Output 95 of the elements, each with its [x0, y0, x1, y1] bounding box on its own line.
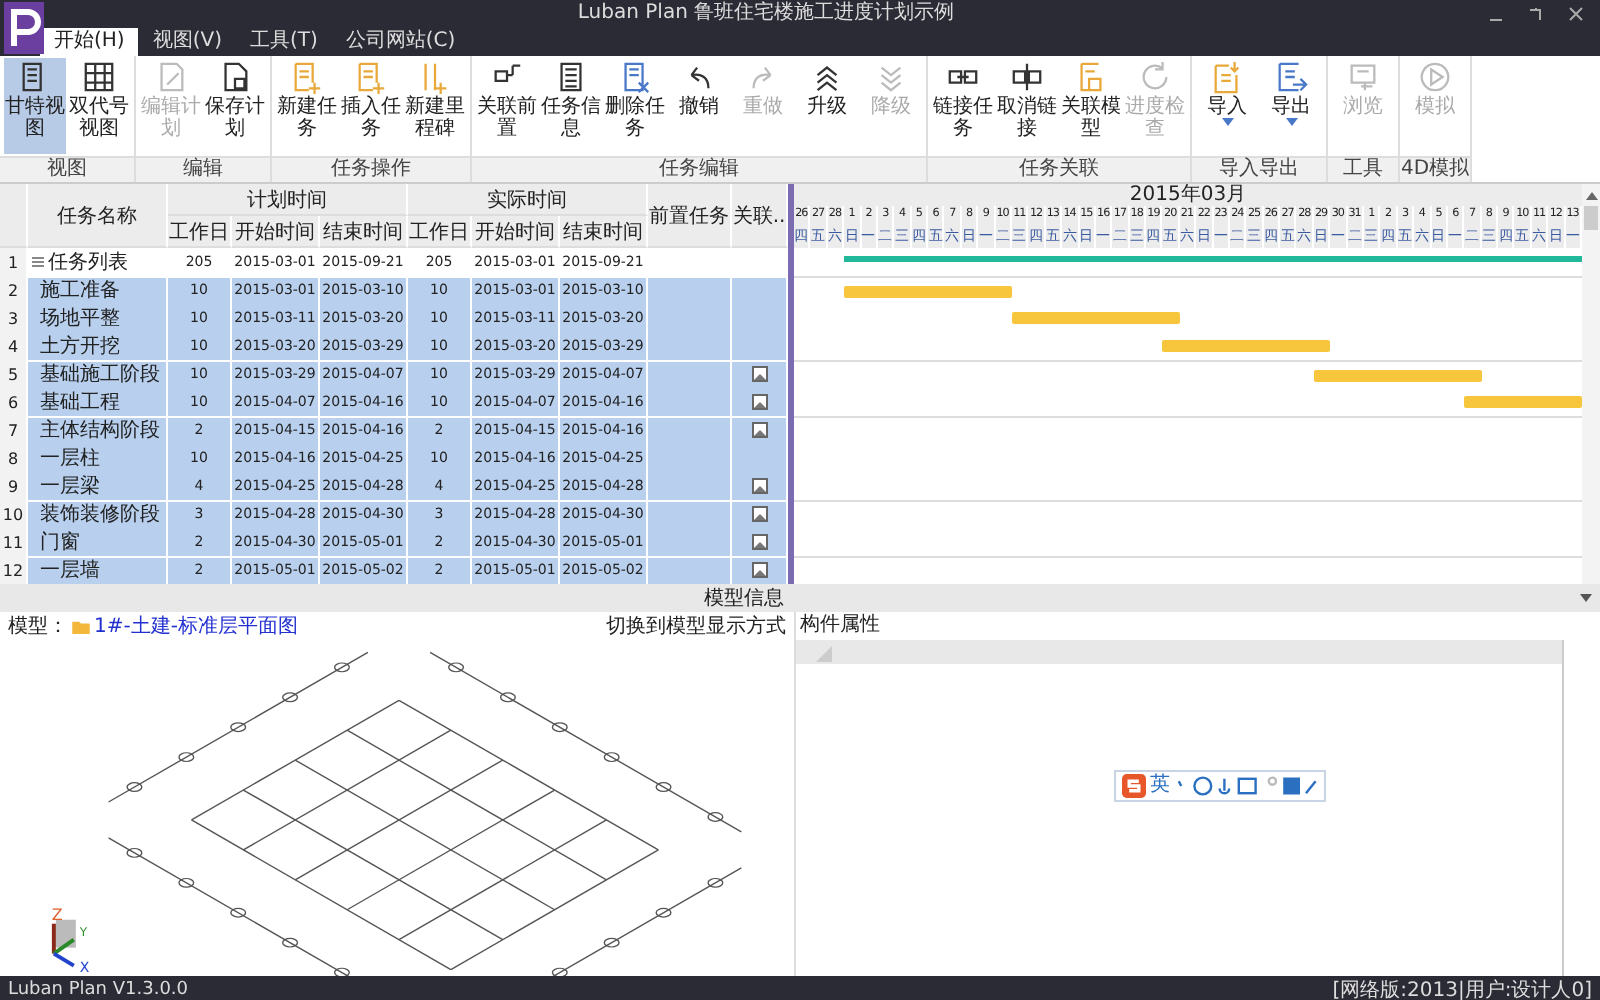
row-number: 10	[0, 500, 28, 528]
toolbar-button[interactable]: 升级	[796, 58, 858, 154]
toolbar-button[interactable]: 关联前置	[476, 58, 538, 154]
toolbar-button[interactable]: 新建任务	[276, 58, 338, 154]
column-header: 计划时间	[168, 184, 408, 216]
model-link-icon[interactable]	[751, 478, 767, 494]
task-name: 一层梁	[40, 473, 100, 500]
folder-icon	[72, 619, 90, 633]
scrollbar-thumb[interactable]	[1584, 206, 1598, 230]
row-number: 4	[0, 332, 28, 360]
menu-tab[interactable]: 公司网站(C)	[331, 28, 470, 56]
row-number: 2	[0, 276, 28, 304]
row-number: 6	[0, 388, 28, 416]
model-link[interactable]: 1#-土建-标准层平面图	[94, 612, 298, 640]
delete-document-icon	[618, 60, 652, 94]
grid-icon	[82, 60, 116, 94]
refresh-icon	[1138, 60, 1172, 94]
task-name: 基础工程	[40, 389, 120, 416]
group-label: 工具	[1328, 156, 1398, 182]
group-label: 任务操作	[272, 156, 470, 182]
model-link-icon[interactable]	[751, 366, 767, 382]
toolbar-button[interactable]: 甘特视图	[4, 58, 66, 154]
task-name: 一层墙	[40, 557, 100, 584]
caret-icon[interactable]	[1580, 594, 1592, 602]
caret-icon	[1221, 118, 1233, 126]
window-title: Luban Plan 鲁班住宅楼施工进度计划示例	[575, 2, 957, 26]
group-label: 导入导出	[1192, 156, 1326, 182]
task-name: 施工准备	[40, 277, 120, 304]
group-label: 视图	[0, 156, 134, 182]
group-label: 任务编辑	[472, 156, 926, 182]
switch-view-link[interactable]: 切换到模型显示方式	[606, 612, 786, 640]
task-name: 主体结构阶段	[40, 417, 160, 444]
caret-icon	[1285, 118, 1297, 126]
row-number: 11	[0, 528, 28, 556]
ime-mode[interactable]: 英	[1150, 774, 1170, 798]
unlink-icon	[1010, 60, 1044, 94]
row-number: 12	[0, 556, 28, 584]
task-name: 任务列表	[48, 249, 128, 276]
ime-logo-icon	[1122, 774, 1146, 798]
model-label: 模型：	[8, 613, 68, 640]
user-info: [网络版:2013|用户:设计人0]	[1332, 977, 1592, 1000]
row-number: 8	[0, 444, 28, 472]
outline-icon	[32, 256, 44, 268]
row-number: 9	[0, 472, 28, 500]
toolbar-button[interactable]: 撤销	[668, 58, 730, 154]
import-icon	[1210, 60, 1244, 94]
group-label: 4D模拟	[1400, 156, 1470, 182]
group-label: 任务关联	[928, 156, 1190, 182]
toolbar-button[interactable]: 链接任务	[932, 58, 994, 154]
toolbar-button[interactable]: 新建里程碑	[404, 58, 466, 154]
task-name: 装饰装修阶段	[40, 501, 160, 528]
task-name: 场地平整	[40, 305, 120, 332]
restore-icon[interactable]	[1528, 6, 1544, 22]
row-number: 7	[0, 416, 28, 444]
add-document-icon	[290, 60, 324, 94]
ime-tools-icon[interactable]	[1174, 774, 1318, 798]
export-icon	[1274, 60, 1308, 94]
task-name: 门窗	[40, 529, 80, 556]
toolbar-button[interactable]: 双代号视图	[68, 58, 130, 154]
columns-icon	[418, 60, 452, 94]
row-number: 5	[0, 360, 28, 388]
version-text: Luban Plan V1.3.0.0	[8, 980, 189, 1000]
toolbar-button[interactable]: 删除任务	[604, 58, 666, 154]
task-name: 基础施工阶段	[40, 361, 160, 388]
toolbar-button[interactable]: 取消链接	[996, 58, 1058, 154]
model-link-icon[interactable]	[751, 394, 767, 410]
toolbar-button[interactable]: 导入	[1196, 58, 1258, 154]
model-link-icon[interactable]	[751, 422, 767, 438]
pencil-icon	[154, 60, 188, 94]
toolbar-button[interactable]: 导出	[1260, 58, 1322, 154]
toolbar-button[interactable]: 保存计划	[204, 58, 266, 154]
toolbar-button[interactable]: 关联模型	[1060, 58, 1122, 154]
model-link-icon[interactable]	[751, 534, 767, 550]
column-header: 实际时间	[408, 184, 648, 216]
close-icon[interactable]	[1568, 6, 1584, 22]
add-document-icon	[354, 60, 388, 94]
row-number: 1	[0, 248, 28, 276]
scroll-up-icon[interactable]	[1585, 192, 1597, 200]
toolbar-button[interactable]: 任务信息	[540, 58, 602, 154]
corner-icon	[816, 646, 832, 662]
row-number: 3	[0, 304, 28, 332]
task-name: 一层柱	[40, 445, 100, 472]
model-link-icon[interactable]	[751, 562, 767, 578]
menu-tab[interactable]: 视图(V)	[138, 28, 236, 56]
pane-label: 构件属性	[798, 612, 882, 640]
ime-toolbar[interactable]: 英	[1114, 770, 1326, 802]
group-label: 编辑	[136, 156, 270, 182]
task-name: 土方开挖	[40, 333, 120, 360]
menu-tab[interactable]: 工具(T)	[235, 28, 332, 56]
play-icon	[1418, 60, 1452, 94]
month-header: 2015年03月	[1127, 184, 1249, 206]
pane-title: 模型信息	[704, 585, 784, 612]
model-link-icon[interactable]	[751, 506, 767, 522]
toolbar-button[interactable]: 插入任务	[340, 58, 402, 154]
menu-tab[interactable]: 开始(H)	[40, 28, 139, 56]
